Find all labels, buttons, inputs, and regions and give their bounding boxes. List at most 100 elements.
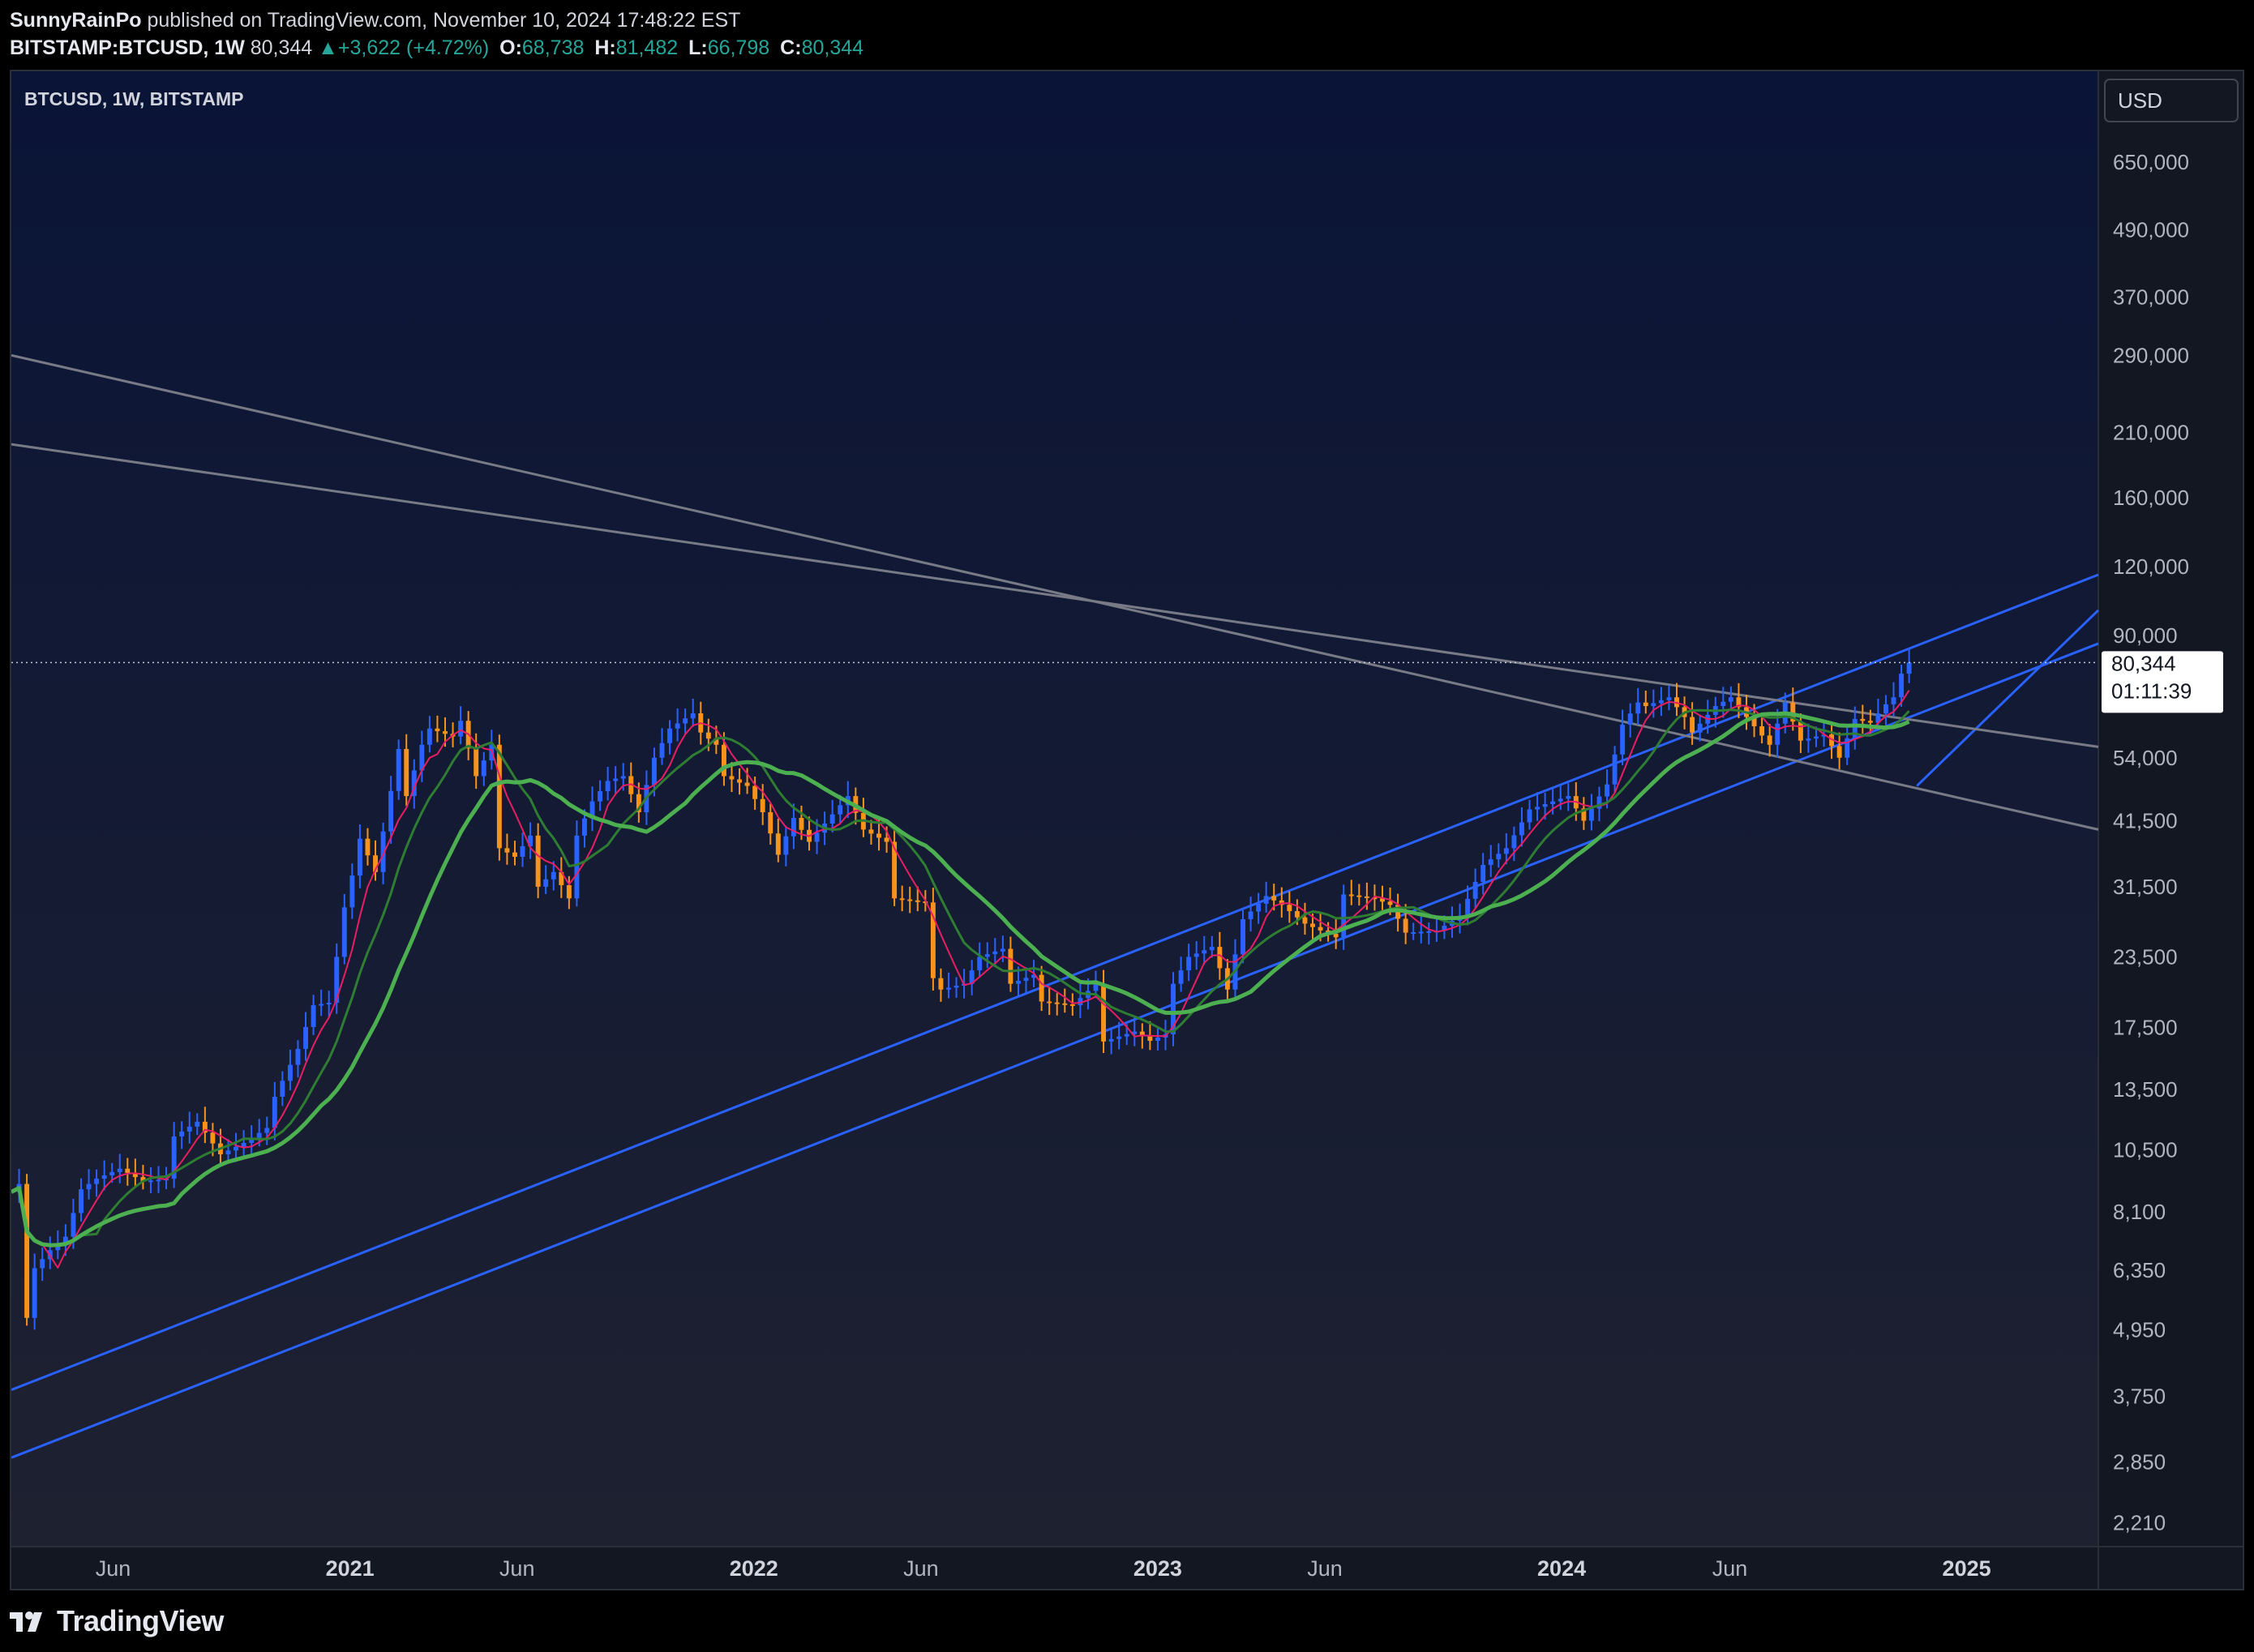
candle-body — [195, 1121, 200, 1127]
currency-button[interactable]: USD — [2104, 79, 2239, 122]
time-tick-label: Jun — [499, 1556, 535, 1581]
candle-body — [799, 817, 804, 830]
plot-background — [11, 71, 2098, 1547]
candle — [930, 888, 936, 991]
candle-body — [1542, 804, 1548, 807]
candle-body — [1906, 662, 1912, 674]
candle-body — [690, 713, 696, 719]
price-tick-label: 4,950 — [2113, 1317, 2166, 1342]
candle-body — [234, 1146, 239, 1151]
candle-body — [148, 1180, 153, 1183]
candle-body — [1209, 947, 1215, 951]
time-tick-label: Jun — [1307, 1556, 1343, 1581]
candle-body — [1356, 895, 1362, 897]
time-axis-background — [11, 1547, 2098, 1589]
candle-body — [667, 728, 673, 743]
candle-body — [1186, 957, 1192, 971]
candle-body — [1202, 950, 1207, 954]
high-value: 81,482 — [615, 36, 679, 59]
candle-body — [1481, 865, 1486, 882]
candle-body — [1836, 746, 1842, 758]
time-tick-label: Jun — [903, 1556, 939, 1581]
candle-body — [1883, 704, 1888, 714]
candle-body — [1899, 674, 1905, 698]
candle-body — [264, 1128, 270, 1133]
close-label: C: — [780, 36, 802, 59]
candle-body — [1147, 1036, 1153, 1041]
candle-body — [1651, 703, 1656, 707]
candle-body — [109, 1171, 115, 1176]
low-value: 66,798 — [707, 36, 770, 59]
candle-body — [1867, 721, 1873, 723]
candle-body — [1465, 898, 1471, 916]
candle-body — [241, 1143, 246, 1147]
candle-body — [94, 1179, 100, 1184]
candle-body — [1039, 974, 1044, 1002]
candle-body — [721, 744, 726, 777]
candle-body — [1116, 1036, 1122, 1039]
candle-body — [341, 907, 347, 957]
candle-body — [1558, 798, 1563, 802]
candle-body — [1426, 931, 1432, 933]
candle-body — [1193, 953, 1199, 957]
candle-body — [1263, 896, 1269, 904]
candle-body — [1302, 917, 1308, 924]
candle-body — [520, 845, 525, 857]
candle-body — [1775, 723, 1780, 745]
candle-body — [752, 785, 758, 799]
candle-body — [272, 1097, 277, 1128]
candle-body — [605, 781, 611, 792]
high-label: H: — [594, 36, 616, 59]
candle-body — [357, 838, 362, 876]
bar-countdown: 01:11:39 — [2111, 678, 2192, 703]
candle-body — [117, 1168, 122, 1172]
price-tick-label: 210,000 — [2113, 421, 2189, 445]
publication-line: SunnyRainPo published on TradingView.com… — [10, 6, 2248, 34]
candle-body — [1635, 702, 1641, 714]
tradingview-logo-icon[interactable] — [10, 1609, 49, 1633]
candle-body — [311, 1005, 316, 1028]
candle-body — [535, 835, 541, 887]
low-label: L: — [688, 36, 708, 59]
candle-body — [426, 728, 432, 745]
candle-body — [179, 1131, 185, 1136]
candle-body — [1271, 896, 1277, 901]
candle-body — [1806, 738, 1811, 741]
candle-body — [496, 744, 502, 849]
price-tick-label: 490,000 — [2113, 218, 2189, 242]
candle-body — [1720, 701, 1726, 707]
candle-body — [280, 1081, 285, 1098]
candle-body — [1108, 1038, 1114, 1042]
candle-body — [868, 829, 874, 834]
candle-body — [512, 852, 517, 857]
price-tick-label: 2,850 — [2113, 1449, 2166, 1474]
candle-body — [1178, 970, 1184, 984]
time-tick-label: Jun — [96, 1556, 131, 1581]
candle-body — [1287, 905, 1292, 912]
candle-body — [1666, 697, 1672, 700]
candle-body — [326, 1003, 332, 1005]
tradingview-brand[interactable]: TradingView — [57, 1604, 224, 1638]
price-chart[interactable]: 850,000650,000490,000370,000290,000210,0… — [11, 71, 2243, 1589]
candle-body — [1852, 718, 1858, 738]
candle-body — [984, 954, 990, 957]
candle-body — [101, 1175, 107, 1179]
candle-body — [675, 723, 680, 729]
candle-body — [938, 978, 944, 990]
price-tick-label: 6,350 — [2113, 1258, 2166, 1282]
time-tick-label: 2024 — [1537, 1556, 1586, 1581]
candle-body — [651, 757, 657, 785]
candle-body — [838, 805, 843, 815]
candle-body — [1062, 1003, 1068, 1005]
candle-body — [705, 732, 711, 739]
candle-body — [1627, 713, 1633, 725]
candle-body — [574, 835, 580, 899]
candle-body — [24, 1183, 30, 1318]
candle-body — [1124, 1034, 1129, 1037]
candle-body — [1511, 835, 1517, 849]
candle-body — [992, 951, 998, 955]
candle-body — [1000, 948, 1005, 952]
author-name[interactable]: SunnyRainPo — [10, 9, 142, 32]
candle-body — [551, 871, 556, 879]
candle-body — [977, 957, 983, 971]
